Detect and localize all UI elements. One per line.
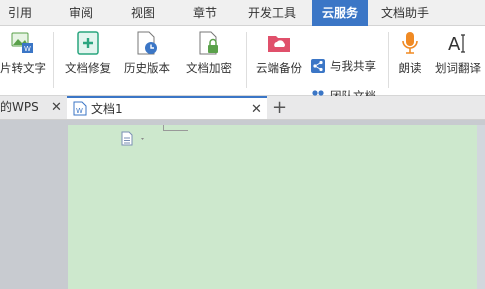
- document-tab-bar: 的WPS ✕ W 文档1 ✕ +: [0, 96, 485, 120]
- doc-repair-button[interactable]: 文档修复: [62, 30, 114, 76]
- translate-icon: A: [448, 34, 465, 55]
- svg-text:W: W: [24, 45, 31, 53]
- picture-to-text-icon: W: [11, 32, 33, 53]
- tab-wps-home[interactable]: 的WPS ✕: [0, 96, 66, 119]
- read-aloud-button[interactable]: 朗读: [394, 30, 426, 76]
- share-icon: [311, 59, 325, 73]
- toolbar-divider: [53, 32, 54, 88]
- toolbar-divider: [246, 32, 247, 88]
- tab-developer[interactable]: 开发工具: [240, 0, 304, 26]
- cloud-backup-button[interactable]: 云端备份: [254, 30, 304, 76]
- ribbon-tab-bar: 引用 审阅 视图 章节 开发工具 云服务 文档助手: [0, 0, 485, 26]
- word-translate-button[interactable]: A 划词翻译: [432, 30, 484, 76]
- ribbon-toolbar: W 片转文字 文档修复 历史版本 文档加密 云端备份 与我共享 朗读 A 划词翻…: [0, 26, 485, 103]
- page-corner-mark: [163, 125, 188, 131]
- tab-document-1[interactable]: W 文档1 ✕: [67, 96, 267, 119]
- tab-review[interactable]: 审阅: [56, 0, 106, 26]
- vertical-scrollbar[interactable]: [477, 125, 485, 289]
- share-with-me-button[interactable]: 与我共享: [310, 58, 376, 74]
- picture-to-text-button[interactable]: W 片转文字: [0, 30, 46, 76]
- tab-references[interactable]: 引用: [0, 0, 40, 26]
- history-version-button[interactable]: 历史版本: [120, 30, 174, 76]
- tab-doc-assistant[interactable]: 文档助手: [372, 0, 438, 26]
- microphone-icon: [402, 32, 418, 54]
- new-tab-button[interactable]: +: [272, 96, 288, 119]
- doc-repair-icon: [77, 31, 99, 55]
- tab-section[interactable]: 章节: [180, 0, 230, 26]
- svg-text:A: A: [448, 34, 461, 55]
- lock-doc-icon: [199, 31, 218, 55]
- close-icon[interactable]: ✕: [51, 96, 62, 119]
- document-page[interactable]: [68, 125, 485, 289]
- close-icon[interactable]: ✕: [251, 98, 262, 121]
- doc-encrypt-button[interactable]: 文档加密: [180, 30, 238, 76]
- tab-cloud-service[interactable]: 云服务: [312, 0, 368, 26]
- svg-text:W: W: [76, 107, 83, 115]
- toolbar-divider: [388, 32, 389, 88]
- tab-view[interactable]: 视图: [118, 0, 168, 26]
- history-icon: [137, 31, 157, 55]
- cloud-folder-icon: [268, 36, 290, 52]
- paragraph-options-icon[interactable]: [120, 131, 148, 147]
- document-icon: W: [73, 101, 87, 116]
